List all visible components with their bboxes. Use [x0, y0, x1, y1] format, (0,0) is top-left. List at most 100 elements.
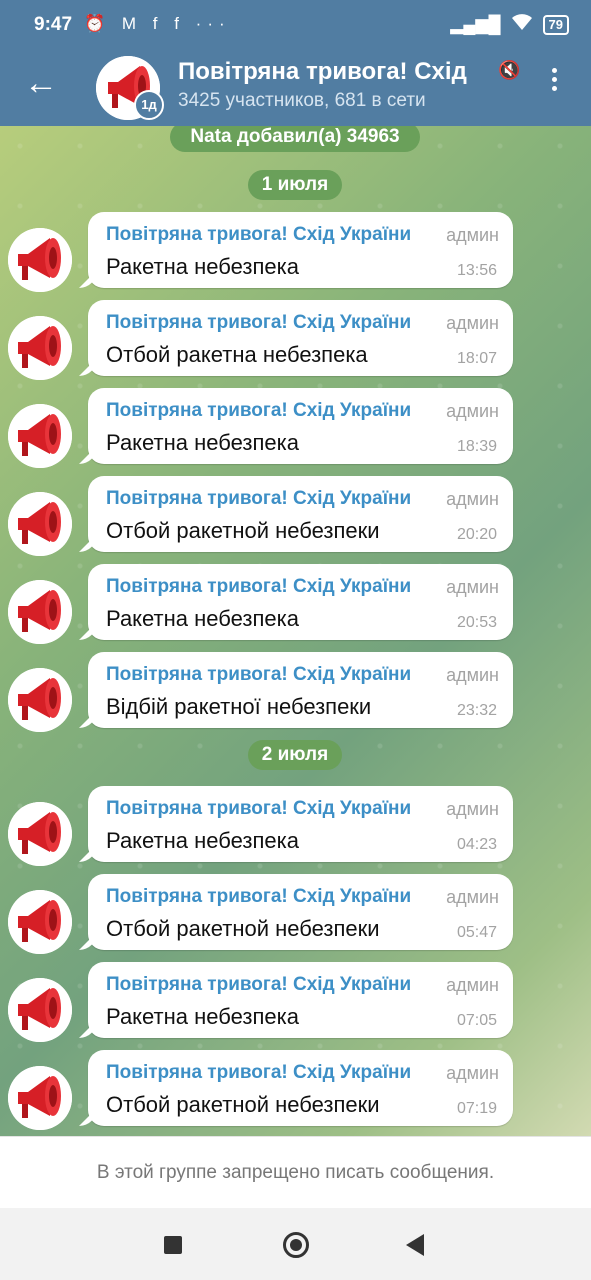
back-arrow-icon[interactable]: ← [24, 66, 58, 100]
recents-icon[interactable] [164, 1236, 182, 1254]
message-text: Отбой ракетной небезпеки [106, 518, 380, 543]
message-time: 20:53 [456, 614, 497, 631]
siren-icon [8, 978, 72, 1042]
siren-icon [8, 668, 72, 732]
message-bubble[interactable]: Повітряна тривога! Схід України админ Ра… [88, 564, 513, 640]
sender-name[interactable]: Повітряна тривога! Схід України [106, 974, 411, 996]
restricted-notice: В этой группе запрещено писать сообщения… [96, 1162, 495, 1183]
siren-icon [8, 580, 72, 644]
sender-name[interactable]: Повітряна тривога! Схід України [106, 224, 411, 246]
message-row: Повітряна тривога! Схід України админ Ра… [0, 786, 591, 866]
battery-icon: 79 [542, 14, 569, 35]
message-row: Повітряна тривога! Схід України админ От… [0, 874, 591, 954]
message-text: Отбой ракетной небезпеки [106, 916, 380, 941]
message-time: 07:19 [456, 1100, 497, 1117]
message-bubble[interactable]: Повітряна тривога! Схід України админ Ві… [88, 652, 513, 728]
chat-title[interactable]: Повітряна тривога! Схід [178, 58, 490, 86]
system-message: Nata добавил(а) 34963 [170, 126, 420, 152]
date-separator: 1 июля [248, 170, 342, 200]
message-time: 18:39 [456, 438, 497, 455]
admin-label: админ [446, 577, 499, 597]
sender-name[interactable]: Повітряна тривога! Схід України [106, 312, 411, 334]
message-bubble[interactable]: Повітряна тривога! Схід України админ От… [88, 476, 513, 552]
siren-icon [8, 1066, 72, 1130]
chat-header: ← 1д Повітряна тривога! Схід 🔇 3425 учас… [0, 52, 591, 126]
admin-label: админ [446, 665, 499, 685]
sender-avatar[interactable] [8, 890, 72, 954]
sender-avatar[interactable] [8, 668, 72, 732]
message-time: 13:56 [456, 262, 497, 279]
message-text: Ракетна небезпека [106, 828, 299, 853]
message-row: Повітряна тривога! Схід України админ От… [0, 1050, 591, 1130]
more-menu-icon[interactable] [546, 66, 562, 96]
mute-icon: 🔇 [498, 60, 521, 80]
sender-name[interactable]: Повітряна тривога! Схід України [106, 1062, 411, 1084]
system-icons: ▂▄▆█ 79 [450, 13, 569, 36]
message-text: Ракетна небезпека [106, 606, 299, 631]
message-row: Повітряна тривога! Схід України админ От… [0, 300, 591, 380]
signal-icon: ▂▄▆█ [450, 14, 501, 34]
message-text: Отбой ракетна небезпека [106, 342, 368, 367]
siren-icon [8, 890, 72, 954]
sender-name[interactable]: Повітряна тривога! Схід України [106, 400, 411, 422]
back-triangle-icon[interactable] [406, 1234, 424, 1256]
admin-label: админ [446, 489, 499, 509]
message-time: 20:20 [456, 526, 497, 543]
admin-label: админ [446, 225, 499, 245]
sender-avatar[interactable] [8, 492, 72, 556]
siren-icon [8, 492, 72, 556]
message-row: Повітряна тривога! Схід України админ Ві… [0, 652, 591, 732]
admin-label: админ [446, 1063, 499, 1083]
sender-avatar[interactable] [8, 228, 72, 292]
message-time: 23:32 [456, 702, 497, 719]
message-text: Ракетна небезпека [106, 254, 299, 279]
message-text: Отбой ракетной небезпеки [106, 1092, 380, 1117]
message-bubble[interactable]: Повітряна тривога! Схід України админ Ра… [88, 786, 513, 862]
slowmode-badge: 1д [134, 90, 164, 120]
message-row: Повітряна тривога! Схід України админ От… [0, 476, 591, 556]
admin-label: админ [446, 313, 499, 333]
message-bubble[interactable]: Повітряна тривога! Схід України админ От… [88, 300, 513, 376]
system-nav-bar [0, 1208, 591, 1280]
sender-avatar[interactable] [8, 404, 72, 468]
message-bubble[interactable]: Повітряна тривога! Схід України админ Ра… [88, 962, 513, 1038]
sender-avatar[interactable] [8, 802, 72, 866]
sender-name[interactable]: Повітряна тривога! Схід України [106, 886, 411, 908]
siren-icon [8, 802, 72, 866]
message-time: 04:23 [456, 836, 497, 853]
home-icon[interactable] [283, 1232, 309, 1258]
message-row: Повітряна тривога! Схід України админ Ра… [0, 388, 591, 468]
sender-name[interactable]: Повітряна тривога! Схід України [106, 576, 411, 598]
message-row: Повітряна тривога! Схід України админ Ра… [0, 962, 591, 1042]
chat-subtitle: 3425 участников, 681 в сети [178, 90, 426, 111]
admin-label: админ [446, 887, 499, 907]
status-bar: 9:47 ⏰ M f f ··· ▂▄▆█ 79 [0, 0, 591, 52]
admin-label: админ [446, 975, 499, 995]
chat-area[interactable]: Nata добавил(а) 34963 1 июля Повітряна т… [0, 126, 591, 1136]
siren-icon [8, 228, 72, 292]
siren-icon [8, 404, 72, 468]
message-bubble[interactable]: Повітряна тривога! Схід України админ От… [88, 874, 513, 950]
message-text: Ракетна небезпека [106, 430, 299, 455]
sender-avatar[interactable] [8, 580, 72, 644]
sender-avatar[interactable] [8, 1066, 72, 1130]
sender-name[interactable]: Повітряна тривога! Схід України [106, 488, 411, 510]
sender-avatar[interactable] [8, 316, 72, 380]
message-bubble[interactable]: Повітряна тривога! Схід України админ Ра… [88, 388, 513, 464]
siren-icon [8, 316, 72, 380]
message-row: Повітряна тривога! Схід України админ Ра… [0, 212, 591, 292]
sender-name[interactable]: Повітряна тривога! Схід України [106, 798, 411, 820]
wifi-icon [511, 13, 533, 36]
message-row: Повітряна тривога! Схід України админ Ра… [0, 564, 591, 644]
sender-avatar[interactable] [8, 978, 72, 1042]
notification-icons: ⏰ M f f ··· [84, 14, 231, 33]
admin-label: админ [446, 799, 499, 819]
message-time: 05:47 [456, 924, 497, 941]
sender-name[interactable]: Повітряна тривога! Схід України [106, 664, 411, 686]
restricted-notice-bar: В этой группе запрещено писать сообщения… [0, 1136, 591, 1208]
message-text: Ракетна небезпека [106, 1004, 299, 1029]
date-separator: 2 июля [248, 740, 342, 770]
message-bubble[interactable]: Повітряна тривога! Схід України админ Ра… [88, 212, 513, 288]
message-bubble[interactable]: Повітряна тривога! Схід України админ От… [88, 1050, 513, 1126]
status-time: 9:47 [34, 14, 73, 35]
